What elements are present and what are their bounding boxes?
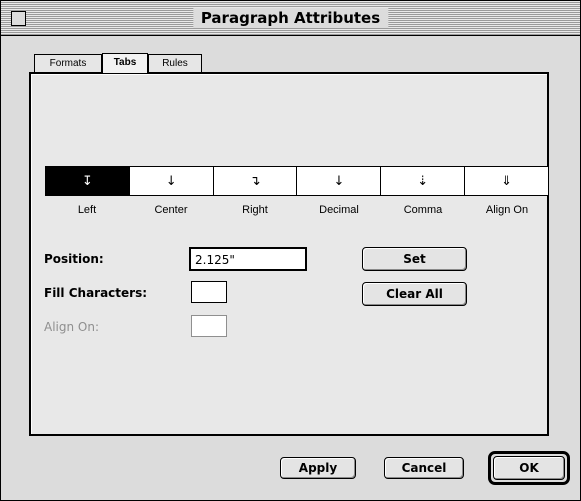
- title-bar[interactable]: Paragraph Attributes: [1, 1, 580, 36]
- left-tab-button[interactable]: ↧: [46, 167, 130, 195]
- tab-tabs[interactable]: Tabs: [102, 53, 148, 73]
- dialog-window: Paragraph Attributes Formats Tabs Rules …: [0, 0, 581, 501]
- align-on-tab-button[interactable]: ⇓: [465, 167, 548, 195]
- set-button[interactable]: Set: [362, 247, 467, 271]
- center-tab-icon: ↓: [165, 173, 177, 189]
- position-input[interactable]: 2.125": [189, 247, 307, 271]
- center-tab-button[interactable]: ↓: [130, 167, 214, 195]
- align-on-tab-icon: ⇓: [501, 173, 512, 189]
- tab-label-decimal: Decimal: [319, 204, 359, 216]
- ok-button[interactable]: OK: [493, 456, 565, 480]
- fill-characters-label: Fill Characters:: [44, 286, 148, 300]
- right-tab-button[interactable]: ↴: [214, 167, 298, 195]
- close-box[interactable]: [11, 11, 26, 26]
- tab-label-align-on: Align On: [485, 204, 529, 216]
- apply-button[interactable]: Apply: [280, 457, 356, 479]
- align-on-input: [191, 315, 227, 337]
- window-title: Paragraph Attributes: [192, 8, 389, 28]
- right-tab-icon: ↴: [249, 173, 261, 189]
- tab-label-comma: Comma: [403, 204, 443, 216]
- left-tab-icon: ↧: [81, 173, 93, 189]
- decimal-tab-button[interactable]: ↓: [297, 167, 382, 195]
- align-on-label: Align On:: [44, 320, 100, 334]
- decimal-tab-icon: ↓: [333, 173, 345, 189]
- cancel-button[interactable]: Cancel: [384, 457, 464, 479]
- tab-label-left: Left: [77, 204, 97, 216]
- tab-label-center: Center: [154, 204, 188, 216]
- tab-type-labels: Left Center Right Decimal Comma Align On: [45, 204, 549, 216]
- clear-all-button[interactable]: Clear All: [362, 282, 467, 306]
- tab-rules[interactable]: Rules: [148, 54, 202, 73]
- comma-tab-button[interactable]: ⇣: [381, 167, 466, 195]
- tab-formats[interactable]: Formats: [34, 54, 102, 73]
- position-label: Position:: [44, 252, 104, 266]
- comma-tab-icon: ⇣: [417, 173, 429, 189]
- fill-characters-input[interactable]: [191, 281, 227, 303]
- tab-label-right: Right: [242, 204, 268, 216]
- tab-type-selector: ↧ ↓ ↴ ↓ ⇣ ⇓: [45, 166, 549, 196]
